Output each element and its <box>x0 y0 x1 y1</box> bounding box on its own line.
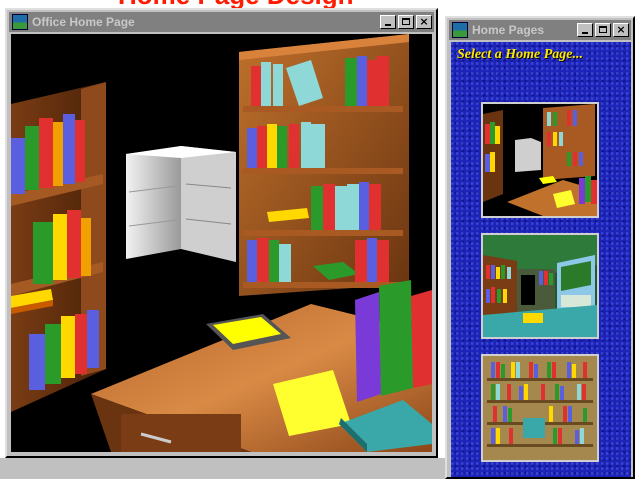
close-icon: × <box>616 23 626 36</box>
home-pages-window[interactable]: Home Pages × Select a Home Page... <box>445 16 635 479</box>
maximize-icon <box>599 26 607 33</box>
page-heading: Home Page Design <box>118 0 354 8</box>
maximize-button[interactable] <box>398 15 414 29</box>
minimize-button[interactable] <box>380 15 396 29</box>
window-app-icon[interactable] <box>12 14 28 30</box>
desktop-bottom-strip <box>0 458 445 479</box>
minimize-button[interactable] <box>577 23 593 37</box>
close-icon: × <box>419 15 429 28</box>
home-pages-title: Home Pages <box>472 23 545 37</box>
right-bookcase <box>239 34 409 296</box>
select-home-page-caption: Select a Home Page... <box>457 47 583 62</box>
office-scene-illustration <box>11 34 432 452</box>
office-window-titlebar[interactable]: Office Home Page × <box>9 12 434 32</box>
home-pages-panel: Select a Home Page... <box>451 42 631 477</box>
maximize-icon <box>402 18 410 25</box>
office-scene-thumbnail[interactable] <box>481 102 599 218</box>
desk-books <box>355 280 432 402</box>
close-button[interactable]: × <box>416 15 432 29</box>
close-button[interactable]: × <box>613 23 629 37</box>
maximize-button[interactable] <box>595 23 611 37</box>
minimize-icon <box>385 24 391 26</box>
office-home-page-window[interactable]: Office Home Page × <box>5 8 438 458</box>
office-thumbnail-image <box>483 104 597 216</box>
office-window-title: Office Home Page <box>32 15 135 29</box>
bookwall-thumbnail-image <box>483 356 597 460</box>
bookshelf-wall-thumbnail[interactable] <box>481 354 599 462</box>
left-bookcase <box>11 82 106 412</box>
minimize-icon <box>582 32 588 34</box>
window-app-icon[interactable] <box>452 22 468 38</box>
library-thumbnail-image <box>483 235 597 337</box>
library-room-thumbnail[interactable] <box>481 233 599 339</box>
filing-cabinet <box>126 146 236 262</box>
home-pages-titlebar[interactable]: Home Pages × <box>449 20 631 40</box>
office-3d-scene[interactable] <box>11 34 432 452</box>
